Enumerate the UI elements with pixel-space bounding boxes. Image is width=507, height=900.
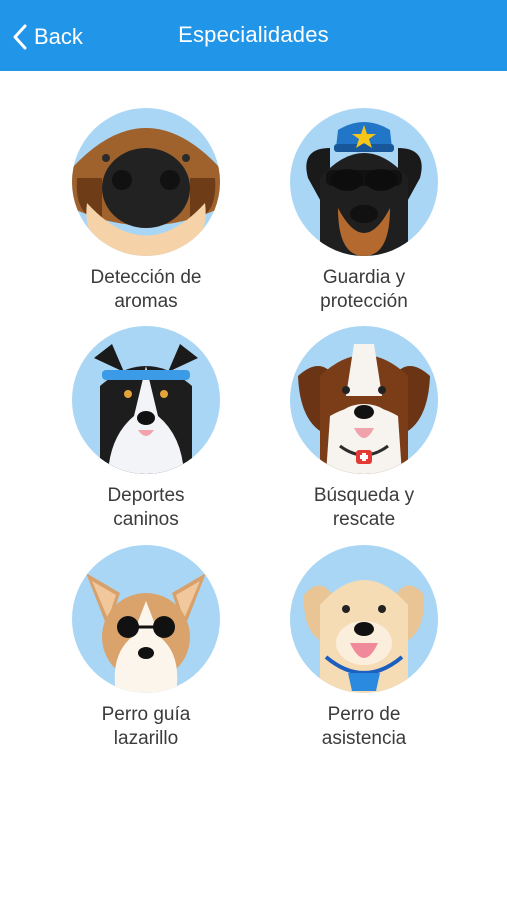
specialty-label: Deportes caninos xyxy=(107,485,185,530)
nav-bar: Back Especialidades xyxy=(0,0,507,71)
specialty-search-rescue[interactable]: Búsqueda y rescate xyxy=(254,326,474,532)
specialty-guard-protection[interactable]: Guardia y protección xyxy=(254,108,474,314)
assistance-dog-icon xyxy=(290,545,438,693)
scent-detection-dog-icon xyxy=(72,108,220,256)
guard-dog-icon xyxy=(290,108,438,256)
page-title: Especialidades xyxy=(178,22,329,47)
sports-dog-icon xyxy=(72,326,220,474)
specialty-assistance-dog[interactable]: Perro de asistencia xyxy=(254,545,474,751)
specialty-label: Perro de asistencia xyxy=(321,704,407,749)
specialty-label: Detección de aromas xyxy=(90,267,202,312)
specialty-label: Búsqueda y rescate xyxy=(313,485,415,530)
specialty-canine-sports[interactable]: Deportes caninos xyxy=(36,326,256,532)
specialty-scent-detection[interactable]: Detección de aromas xyxy=(36,108,256,314)
specialty-label: Guardia y protección xyxy=(320,267,408,312)
rescue-dog-icon xyxy=(290,326,438,474)
specialty-label: Perro guía lazarillo xyxy=(101,704,191,749)
specialty-guide-dog[interactable]: Perro guía lazarillo xyxy=(36,545,256,751)
guide-dog-icon xyxy=(72,545,220,693)
